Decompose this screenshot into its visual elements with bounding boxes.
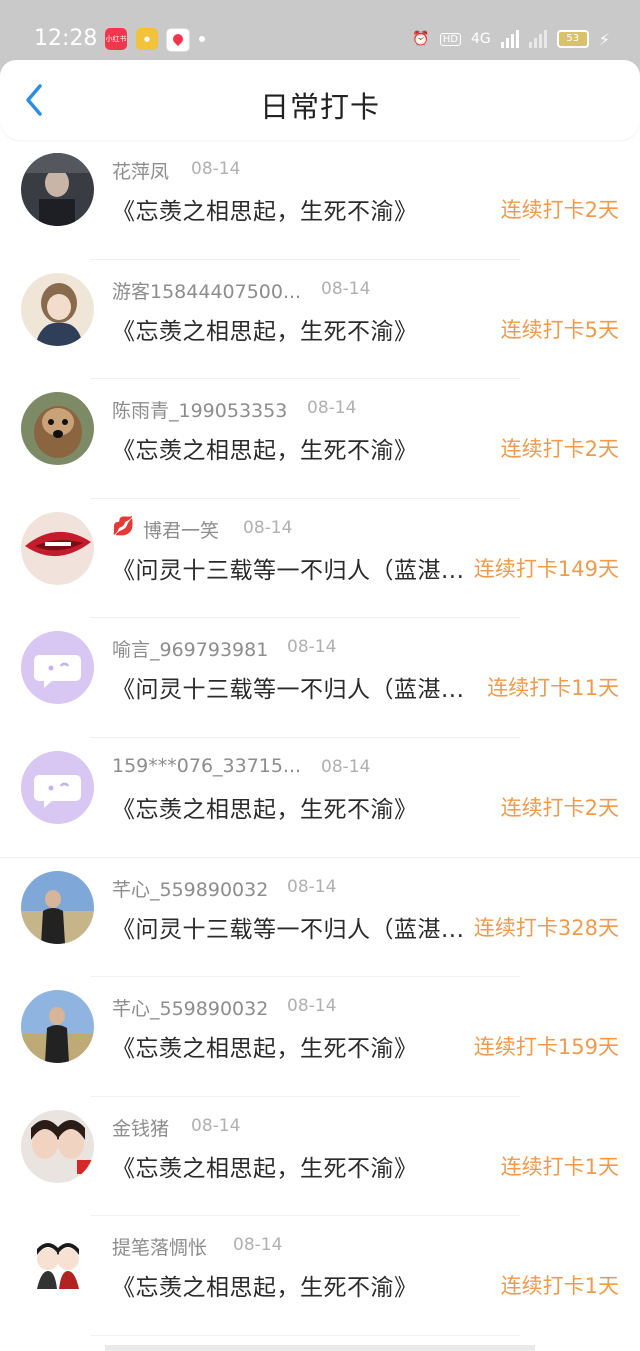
streak-badge: 连续打卡5天	[500, 317, 619, 342]
list-item[interactable]: 💋 博君一笑 08-14 《问灵十三载等一不归人（蓝湛... 连续打卡149天	[0, 499, 640, 619]
checkin-date: 08-14	[287, 876, 337, 897]
alarm-icon: ⏰	[412, 31, 430, 47]
default-avatar[interactable]	[21, 631, 94, 705]
user-name: 喻言_969793981	[112, 639, 269, 662]
streak-badge: 连续打卡2天	[500, 198, 619, 222]
user-name: 花萍凤	[112, 161, 170, 183]
checkin-date: 08-14	[321, 278, 371, 299]
checkin-date: 08-14	[191, 1115, 241, 1136]
avatar[interactable]	[21, 1109, 94, 1183]
checkin-text: 《忘羡之相思起，生死不渝》	[112, 1036, 418, 1063]
charging-icon: ⚡	[598, 29, 610, 49]
hd-badge: HD	[439, 32, 461, 46]
checkin-text: 《忘羡之相思起，生死不渝》	[112, 438, 418, 465]
checkin-text: 《问灵十三载等一不归人（蓝湛...	[112, 677, 465, 704]
checkin-date: 08-14	[233, 1235, 283, 1256]
checkin-date: 08-14	[287, 996, 337, 1017]
battery-icon: 53	[556, 30, 589, 48]
streak-badge: 连续打卡149天	[473, 556, 619, 581]
streak-badge: 连续打卡11天	[487, 676, 619, 701]
checkin-date: 08-14	[321, 756, 371, 777]
signal-icon	[500, 30, 519, 48]
divider	[90, 1334, 520, 1336]
xiaohongshu-icon: 小红书	[105, 28, 127, 50]
avatar[interactable]	[21, 511, 94, 585]
user-name: 博君一笑	[143, 519, 220, 542]
streak-badge: 连续打卡1天	[500, 1154, 619, 1179]
list-item[interactable]: 陈雨青_199053353 08-14 《忘羡之相思起，生死不渝》 连续打卡2天	[0, 379, 640, 499]
user-name: 陈雨青_199053353	[112, 400, 288, 423]
avatar[interactable]	[21, 272, 94, 346]
avatar[interactable]	[21, 153, 94, 226]
status-time: 12:28	[34, 26, 98, 51]
map-icon	[166, 28, 190, 52]
list-item[interactable]: 游客15844407500... 08-14 《忘羡之相思起，生死不渝》 连续打…	[0, 260, 640, 380]
avatar[interactable]	[21, 990, 94, 1064]
signal-2-icon	[528, 30, 547, 48]
streak-badge: 连续打卡1天	[500, 1274, 619, 1299]
user-name: 游客15844407500...	[112, 280, 302, 303]
page-title: 日常打卡	[259, 90, 380, 124]
user-name: 芊心_559890032	[112, 998, 269, 1021]
list-item[interactable]: 159***076_33715... 08-14 《忘羡之相思起，生死不渝》 连…	[0, 738, 640, 858]
avatar[interactable]	[21, 1229, 94, 1303]
user-name: 159***076_33715...	[112, 754, 302, 777]
checkin-text: 《忘羡之相思起，生死不渝》	[112, 796, 418, 823]
checkin-date: 08-14	[243, 517, 293, 538]
app-header: 日常打卡	[0, 60, 640, 140]
checkin-text: 《忘羡之相思起，生死不渝》	[112, 1275, 418, 1302]
avatar[interactable]	[21, 392, 94, 466]
user-name: 提笔落惆怅	[112, 1237, 208, 1260]
weibo-icon: ●	[136, 28, 158, 50]
streak-badge: 连续打卡2天	[500, 437, 619, 462]
user-name: 金钱猪	[112, 1117, 170, 1140]
streak-badge: 连续打卡328天	[473, 915, 619, 940]
checkin-text: 《忘羡之相思起，生死不渝》	[112, 318, 418, 345]
checkin-text: 《问灵十三载等一不归人（蓝湛...	[112, 557, 465, 584]
list-item[interactable]: 喻言_969793981 08-14 《问灵十三载等一不归人（蓝湛... 连续打…	[0, 618, 640, 738]
lips-icon: 💋	[112, 515, 135, 537]
notification-dot	[199, 36, 205, 42]
checkin-date: 08-14	[191, 159, 241, 179]
list-item[interactable]: 芊心_559890032 08-14 《忘羡之相思起，生死不渝》 连续打卡159…	[0, 977, 640, 1097]
user-name: 芊心_559890032	[112, 878, 269, 901]
default-avatar[interactable]	[21, 750, 94, 824]
list-item[interactable]: 花萍凤 08-14 《忘羡之相思起，生死不渝》 连续打卡2天	[0, 140, 640, 260]
list-item[interactable]: 芊心_559890032 08-14 《问灵十三载等一不归人（蓝湛... 连续打…	[0, 858, 640, 978]
list-item[interactable]: 金钱猪 08-14 《忘羡之相思起，生死不渝》 连续打卡1天	[0, 1097, 640, 1217]
checkin-text: 《忘羡之相思起，生死不渝》	[112, 1155, 418, 1182]
checkin-date: 08-14	[307, 398, 357, 419]
checkin-text: 《问灵十三载等一不归人（蓝湛...	[112, 916, 465, 943]
list-item[interactable]: 提笔落惆怅 08-14 《忘羡之相思起，生死不渝》 连续打卡1天	[0, 1216, 640, 1336]
checkin-text: 《忘羡之相思起，生死不渝》	[112, 199, 418, 225]
next-item-peek	[105, 1345, 535, 1351]
streak-badge: 连续打卡2天	[500, 795, 619, 820]
checkin-date: 08-14	[287, 637, 337, 658]
checkin-list: 花萍凤 08-14 《忘羡之相思起，生死不渝》 连续打卡2天 游客1584440…	[0, 140, 640, 1336]
streak-badge: 连续打卡159天	[473, 1035, 619, 1060]
signal-4g-label: 4G	[471, 31, 491, 47]
avatar[interactable]	[21, 870, 94, 944]
